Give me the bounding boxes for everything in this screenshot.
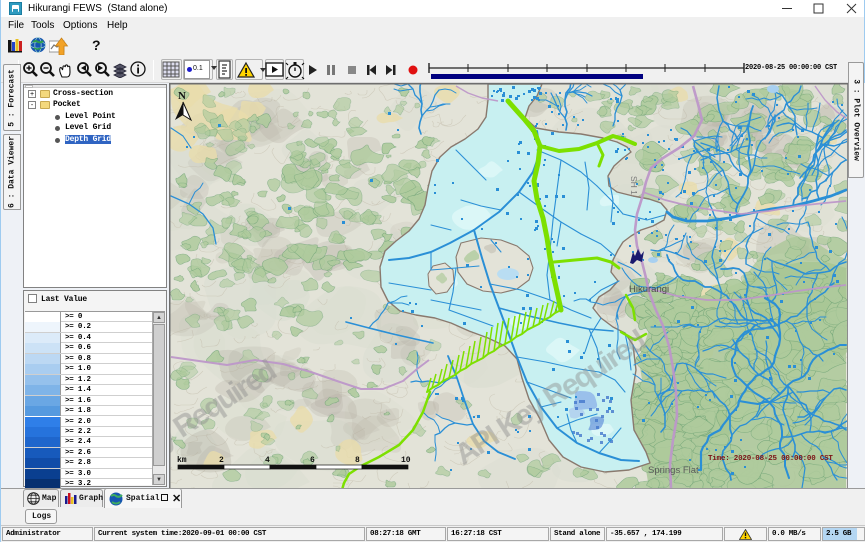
svg-text:N: N [178,90,186,102]
svg-text:Hikurangi: Hikurangi [629,284,669,295]
svg-text:SH 1: SH 1 [629,176,639,195]
svg-text:10: 10 [401,456,411,465]
svg-text:8: 8 [355,456,360,465]
svg-text:Time: 2020-08-25 00:00:00 CST: Time: 2020-08-25 00:00:00 CST [708,455,833,463]
svg-text:6: 6 [310,456,315,465]
svg-text:2: 2 [219,456,224,465]
svg-text:4: 4 [265,456,270,465]
svg-text:Springs Flat: Springs Flat [648,465,699,476]
svg-text:km: km [177,456,187,465]
